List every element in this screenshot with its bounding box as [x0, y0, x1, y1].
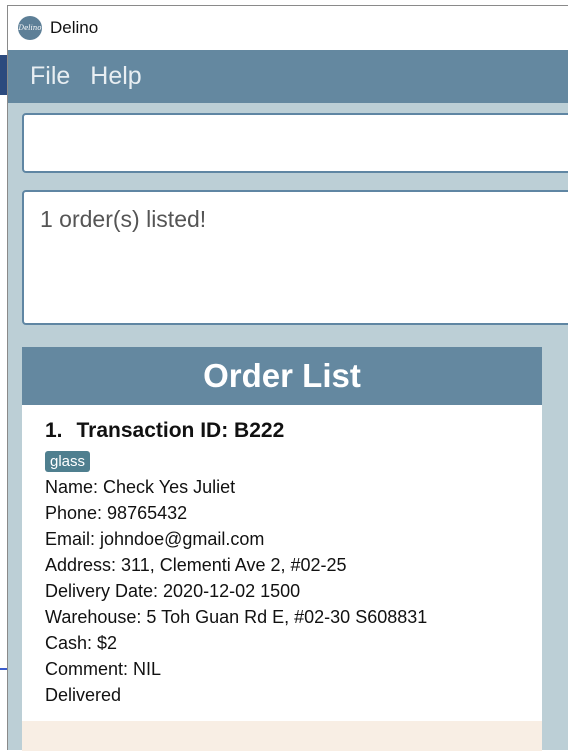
- order-title: 1. Transaction ID: B222: [45, 419, 542, 443]
- order-transaction-id: Transaction ID: B222: [76, 419, 285, 442]
- order-email: Email: johndoe@gmail.com: [45, 529, 265, 549]
- order-phone: Phone: 98765432: [45, 503, 188, 523]
- order-delivery-date: Delivery Date: 2020-12-02 1500: [45, 581, 301, 601]
- menu-file[interactable]: File: [30, 62, 70, 91]
- menu-bar: File Help: [8, 50, 568, 103]
- menu-help[interactable]: Help: [90, 62, 141, 91]
- order-name: Name: Check Yes Juliet: [45, 477, 236, 497]
- order-comment: Comment: NIL: [45, 659, 162, 679]
- order-cash: Cash: $2: [45, 633, 118, 653]
- next-order-card[interactable]: [22, 721, 542, 751]
- order-address: Address: 311, Clementi Ave 2, #02-25: [45, 555, 347, 575]
- title-bar: Delino Delino: [8, 6, 568, 50]
- order-list-heading: Order List: [22, 347, 542, 405]
- delino-window: Delino Delino File Help 1 order(s) liste…: [7, 5, 568, 751]
- window-title: Delino: [50, 18, 99, 37]
- result-display: 1 order(s) listed!: [22, 190, 568, 325]
- order-index: 1.: [45, 419, 63, 442]
- command-input[interactable]: [22, 113, 568, 173]
- order-card[interactable]: 1. Transaction ID: B222 glass Name: Check…: [22, 405, 542, 721]
- order-status: Delivered: [45, 685, 122, 705]
- result-text: 1 order(s) listed!: [40, 206, 207, 232]
- order-tag: glass: [45, 451, 91, 472]
- delino-logo-icon: Delino: [18, 16, 42, 40]
- order-warehouse: Warehouse: 5 Toh Guan Rd E, #02-30 S6088…: [45, 607, 428, 627]
